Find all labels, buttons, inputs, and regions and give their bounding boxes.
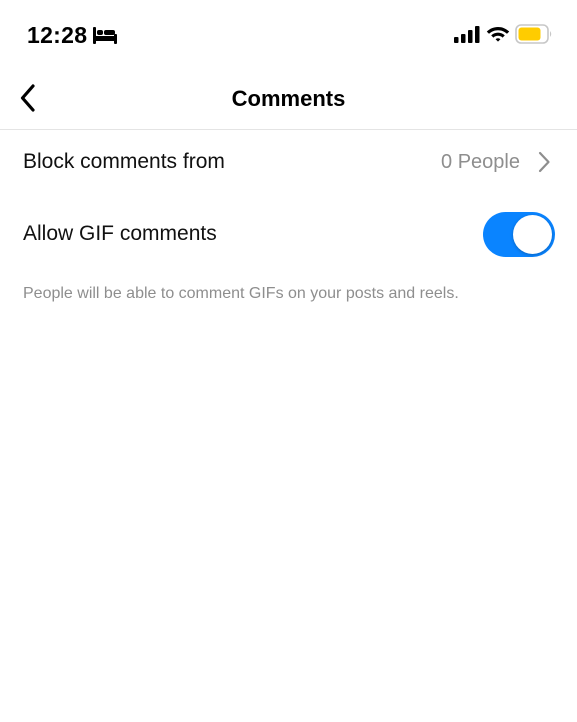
battery-icon [515,24,552,44]
chevron-right-icon [538,151,550,173]
allow-gif-comments-label: Allow GIF comments [23,222,217,245]
block-comments-row[interactable]: Block comments from 0 People [0,130,577,194]
allow-gif-comments-toggle[interactable] [483,211,555,257]
comments-settings-screen: 12:28 Comments Block comments from 0 Peo… [0,0,577,722]
nav-header: Comments [0,70,577,130]
toggle-knob [513,214,552,254]
gif-comments-helper-text: People will be able to comment GIFs on y… [23,285,459,302]
status-bar: 12:28 [0,0,577,70]
allow-gif-comments-row: Allow GIF comments [0,202,577,266]
block-comments-label: Block comments from [23,150,225,173]
cellular-signal-icon [454,26,480,43]
page-title: Comments [231,86,346,111]
status-time: 12:28 [27,22,88,48]
wifi-icon [486,27,510,42]
bed-icon [93,27,117,44]
blocked-people-count: 0 People [441,151,520,173]
